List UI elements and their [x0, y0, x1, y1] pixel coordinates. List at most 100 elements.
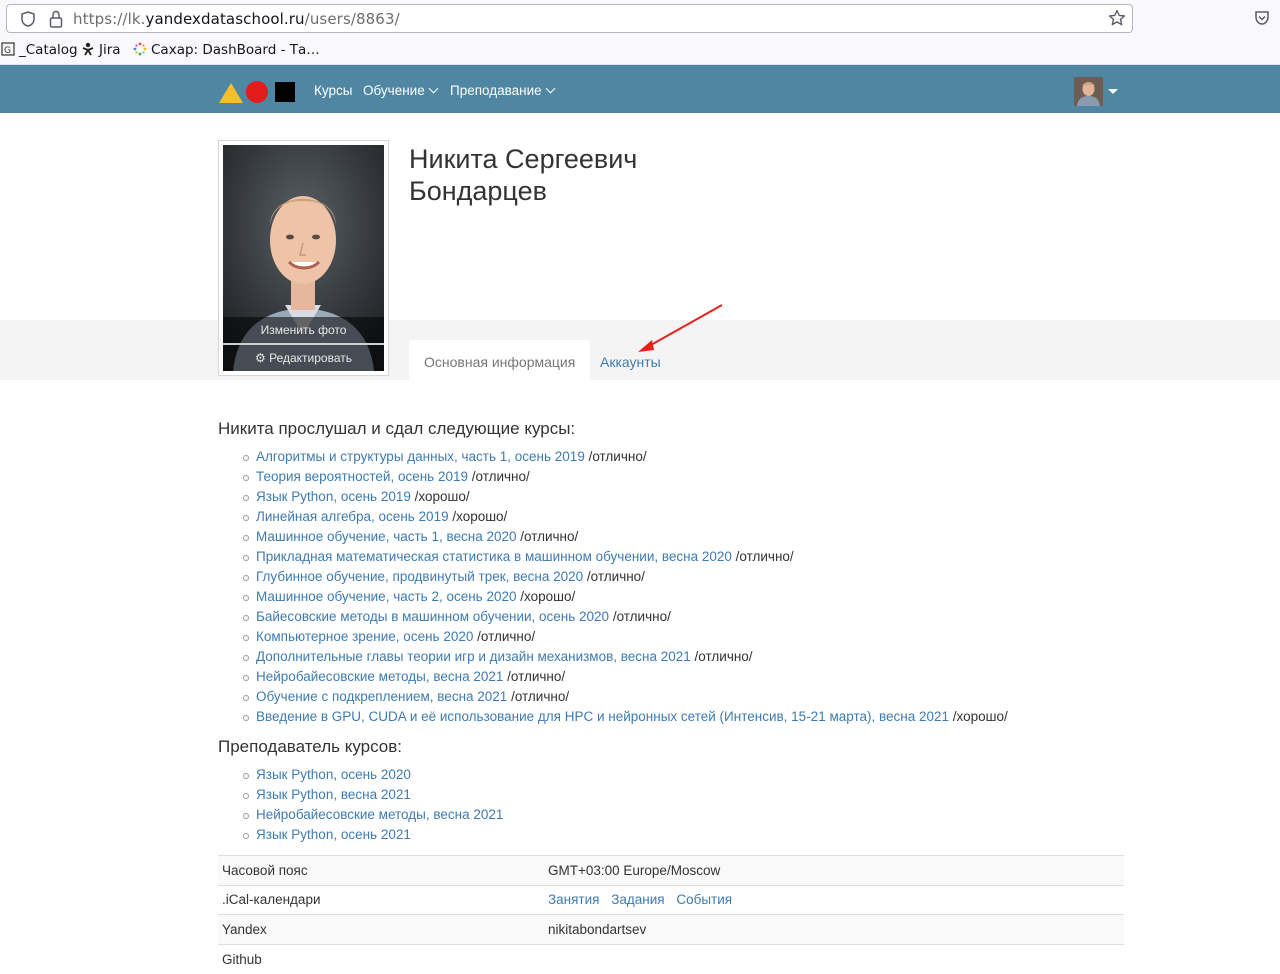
course-grade: /отлично/: [473, 629, 536, 644]
chevron-down-icon: [428, 83, 439, 94]
list-item: Алгоритмы и структуры данных, часть 1, о…: [242, 447, 1008, 467]
url-text[interactable]: https://lk.yandexdataschool.ru/users/886…: [73, 10, 400, 28]
annotation-arrow-icon: [638, 304, 723, 352]
ical-classes-link[interactable]: Занятия: [548, 892, 599, 907]
yandex-value: nikitabondartsev: [544, 914, 1124, 944]
course-grade: /отлично/: [583, 569, 645, 584]
course-grade: /отлично/: [468, 469, 530, 484]
nav-courses[interactable]: Курсы: [314, 83, 352, 98]
lock-icon[interactable]: [49, 10, 63, 28]
gear-icon: ⚙: [254, 351, 266, 365]
nav-teaching[interactable]: Преподавание: [450, 83, 556, 98]
list-item: Глубинное обучение, продвинутый трек, ве…: [242, 567, 1008, 587]
address-bar[interactable]: https://lk.yandexdataschool.ru/users/886…: [6, 4, 1133, 33]
course-link[interactable]: Байесовские методы в машинном обучении, …: [256, 609, 609, 624]
profile-name: Никита Сергеевич Бондарцев: [409, 143, 637, 207]
profile-photo-frame: Изменить фото ⚙ Редактировать: [218, 140, 389, 376]
pocket-icon[interactable]: [1254, 10, 1270, 26]
logo-square[interactable]: [275, 82, 295, 102]
course-grade: /отлично/: [731, 549, 794, 564]
svg-text:G: G: [4, 46, 11, 56]
profile-name-line2: Бондарцев: [409, 176, 547, 206]
course-grade: /отлично/: [516, 529, 579, 544]
course-link[interactable]: Линейная алгебра, осень 2019: [256, 509, 449, 524]
chevron-down-icon: [545, 83, 556, 94]
bookmark-dashboard[interactable]: Сахар: DashBoard - Та…: [133, 42, 320, 58]
change-photo-button[interactable]: Изменить фото: [223, 317, 384, 343]
list-item: Байесовские методы в машинном обучении, …: [242, 607, 1008, 627]
bookmark-jira[interactable]: Jira: [81, 42, 121, 58]
list-item: Машинное обучение, часть 2, осень 2020 /…: [242, 587, 1008, 607]
profile-photo: Изменить фото ⚙ Редактировать: [223, 145, 384, 371]
course-link[interactable]: Компьютерное зрение, осень 2020: [256, 629, 473, 644]
profile-info-table: Часовой пояс GMT+03:00 Europe/Moscow .iC…: [218, 855, 1124, 974]
completed-courses-title: Никита прослушал и сдал следующие курсы:: [218, 419, 576, 438]
list-item: Линейная алгебра, осень 2019 /хорошо/: [242, 507, 1008, 527]
course-link[interactable]: Язык Python, осень 2021: [256, 827, 411, 842]
table-row: Часовой пояс GMT+03:00 Europe/Moscow: [218, 855, 1124, 885]
bookmark-star-icon[interactable]: [1108, 9, 1126, 27]
list-item: Язык Python, осень 2020: [242, 765, 503, 785]
ical-links: Занятия Задания События: [544, 884, 1124, 915]
course-link[interactable]: Язык Python, весна 2021: [256, 787, 411, 802]
edit-profile-button[interactable]: ⚙ Редактировать: [223, 345, 384, 371]
course-link[interactable]: Прикладная математическая статистика в м…: [256, 549, 732, 564]
list-item: Машинное обучение, часть 1, весна 2020 /…: [242, 527, 1008, 547]
list-item: Язык Python, осень 2021: [242, 825, 503, 845]
catalog-icon: G: [1, 42, 15, 56]
course-link[interactable]: Машинное обучение, часть 2, осень 2020: [256, 589, 517, 604]
course-grade: /хорошо/: [448, 509, 508, 524]
course-link[interactable]: Язык Python, осень 2020: [256, 767, 411, 782]
teaching-title: Преподаватель курсов:: [218, 737, 402, 756]
course-link[interactable]: Дополнительные главы теории игр и дизайн…: [256, 649, 691, 664]
course-grade: /отлично/: [690, 649, 753, 664]
course-link[interactable]: Глубинное обучение, продвинутый трек, ве…: [256, 569, 583, 584]
ical-events-link[interactable]: События: [676, 892, 732, 907]
course-link[interactable]: Алгоритмы и структуры данных, часть 1, о…: [256, 449, 585, 464]
table-row: .iCal-календари Занятия Задания События: [218, 884, 1124, 915]
course-grade: /хорошо/: [949, 709, 1008, 724]
ical-assignments-link[interactable]: Задания: [611, 892, 664, 907]
yandex-label: Yandex: [218, 914, 544, 944]
tab-main-info[interactable]: Основная информация: [409, 340, 591, 380]
course-grade: /отлично/: [584, 449, 647, 464]
caret-down-icon[interactable]: [1108, 89, 1118, 94]
nav-learning[interactable]: Обучение: [363, 83, 439, 98]
list-item: Теория вероятностей, осень 2019 /отлично…: [242, 467, 1008, 487]
user-avatar[interactable]: [1074, 77, 1103, 106]
course-grade: /отлично/: [503, 669, 566, 684]
course-grade: /хорошо/: [410, 489, 470, 504]
list-item: Компьютерное зрение, осень 2020 /отлично…: [242, 627, 1008, 647]
course-link[interactable]: Обучение с подкреплением, весна 2021: [256, 689, 507, 704]
course-link[interactable]: Машинное обучение, часть 1, весна 2020: [256, 529, 517, 544]
course-link[interactable]: Нейробайесовские методы, весна 2021: [256, 669, 503, 684]
profile-name-line1: Никита Сергеевич: [409, 144, 638, 174]
jira-icon: [82, 42, 94, 56]
table-row: Yandex nikitabondartsev: [218, 914, 1124, 944]
bookmark-catalog[interactable]: G _Catalog: [1, 42, 78, 58]
course-link[interactable]: Теория вероятностей, осень 2019: [256, 469, 468, 484]
list-item: Введение в GPU, CUDA и её использование …: [242, 707, 1008, 727]
shield-icon[interactable]: [21, 11, 35, 27]
course-grade: /хорошо/: [516, 589, 576, 604]
ical-label: .iCal-календари: [218, 884, 544, 915]
list-item: Нейробайесовские методы, весна 2021 /отл…: [242, 667, 1008, 687]
completed-courses-list: Алгоритмы и структуры данных, часть 1, о…: [242, 447, 1008, 727]
list-item: Обучение с подкреплением, весна 2021 /от…: [242, 687, 1008, 707]
list-item: Дополнительные главы теории игр и дизайн…: [242, 647, 1008, 667]
timezone-value: GMT+03:00 Europe/Moscow: [544, 855, 1124, 885]
course-link[interactable]: Язык Python, осень 2019: [256, 489, 411, 504]
course-link[interactable]: Введение в GPU, CUDA и её использование …: [256, 709, 949, 724]
logo-triangle[interactable]: [219, 83, 243, 103]
list-item: Язык Python, осень 2019 /хорошо/: [242, 487, 1008, 507]
logo-circle[interactable]: [246, 81, 268, 103]
list-item: Прикладная математическая статистика в м…: [242, 547, 1008, 567]
timezone-label: Часовой пояс: [218, 855, 544, 885]
course-grade: /отлично/: [507, 689, 570, 704]
course-grade: /отлично/: [609, 609, 671, 624]
list-item: Нейробайесовские методы, весна 2021: [242, 805, 503, 825]
dashboard-icon: [133, 42, 147, 56]
course-link[interactable]: Нейробайесовские методы, весна 2021: [256, 807, 503, 822]
browser-toolbar: https://lk.yandexdataschool.ru/users/886…: [0, 0, 1280, 65]
teaching-courses-list: Язык Python, осень 2020 Язык Python, вес…: [242, 765, 503, 845]
